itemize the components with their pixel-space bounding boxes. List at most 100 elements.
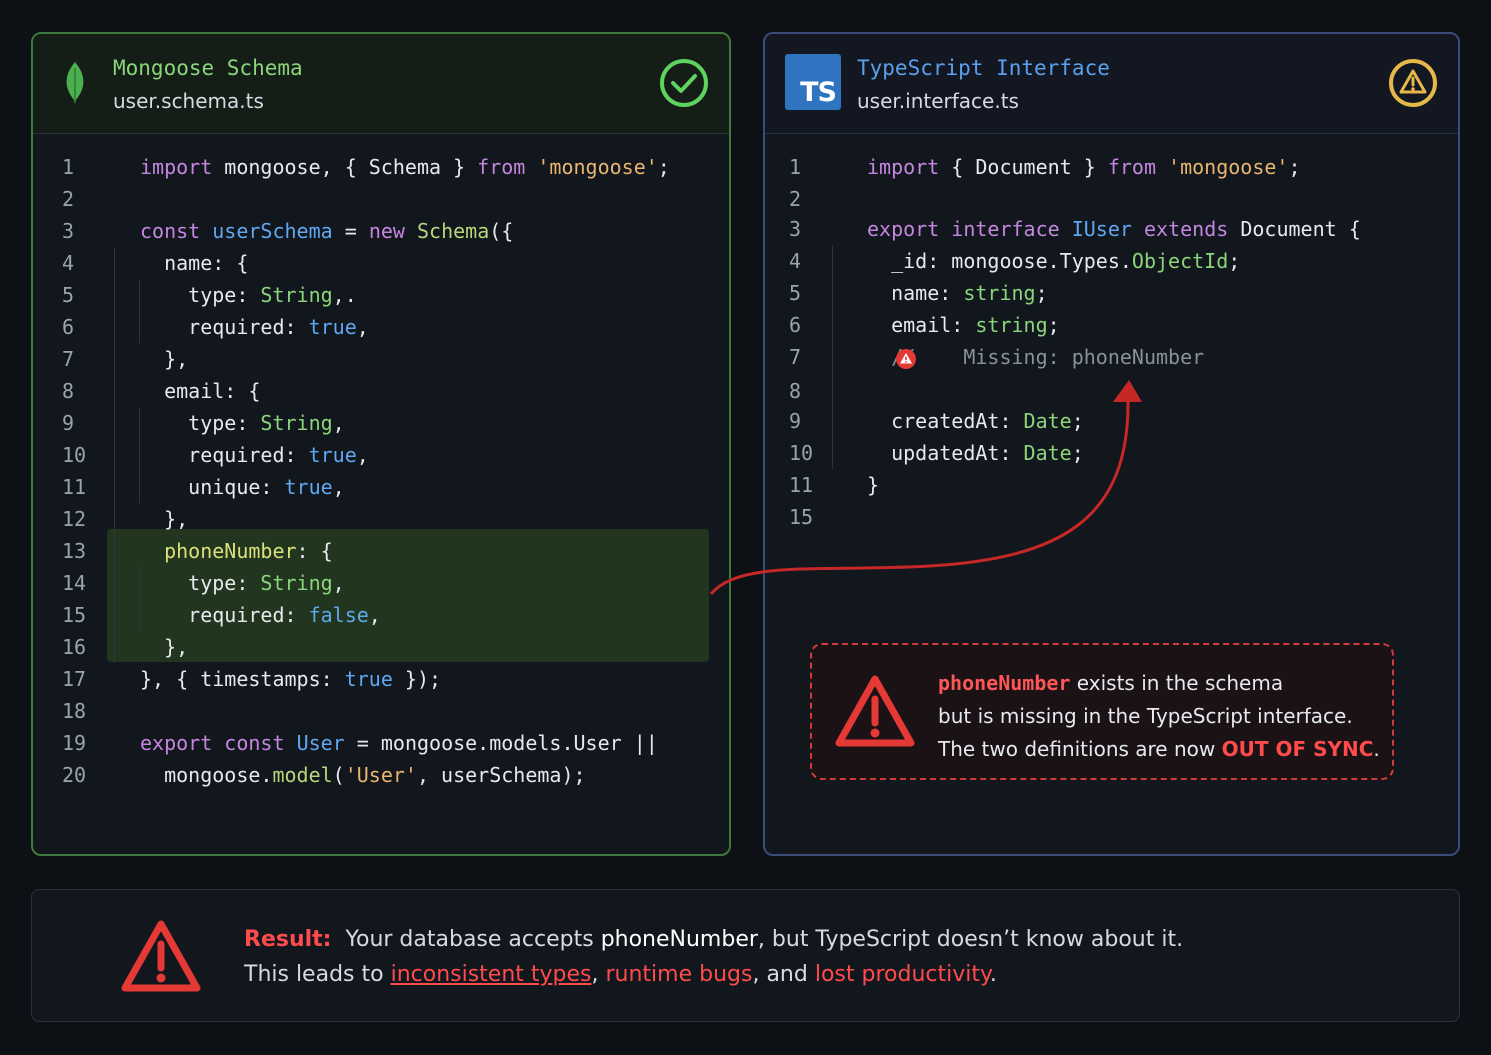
indent-guide <box>139 471 140 503</box>
out-of-sync-callout: phoneNumber exists in the schema but is … <box>810 643 1394 780</box>
lost-productivity-link[interactable]: lost productivity <box>815 962 990 987</box>
line-number: 11 <box>62 475 87 499</box>
code-text: }, <box>140 635 189 659</box>
line-number: 3 <box>62 219 75 243</box>
code-text: updatedAt: Date; <box>867 441 1084 465</box>
result-line1c: , but TypeScript doesn’t know about it. <box>757 927 1184 952</box>
code-line: 15 <box>789 501 1449 533</box>
callout-line2: but is missing in the TypeScript interfa… <box>938 704 1353 728</box>
line-number: 6 <box>62 315 75 339</box>
line-number: 1 <box>789 155 802 179</box>
result-line2a: This leads to <box>244 962 391 987</box>
code-line: 7 }, <box>62 343 722 375</box>
line-number: 13 <box>62 539 87 563</box>
line-number: 18 <box>62 699 87 723</box>
indent-guide <box>139 567 140 599</box>
line-number: 1 <box>62 155 75 179</box>
warning-circle-icon <box>1389 59 1437 107</box>
code-line: 14 type: String, <box>62 567 722 599</box>
line-number: 3 <box>789 217 802 241</box>
result-sep1: , <box>591 962 606 987</box>
code-text: }, { timestamps: true }); <box>140 667 442 691</box>
result-sep2: , and <box>752 962 815 987</box>
missing-warning-icon <box>896 349 916 369</box>
code-text: type: String, <box>140 411 345 435</box>
indent-guide <box>139 279 140 311</box>
callout-line3-end: . <box>1373 737 1380 761</box>
line-number: 7 <box>62 347 75 371</box>
code-line: 10 required: true, <box>62 439 722 471</box>
line-number: 9 <box>62 411 75 435</box>
code-line: 7 // Missing: phoneNumber <box>789 341 1449 375</box>
result-label: Result: <box>244 927 332 952</box>
code-line: 4 _id: mongoose.Types.ObjectId; <box>789 245 1449 277</box>
warning-triangle-icon <box>121 920 201 992</box>
indent-guide <box>114 247 115 279</box>
code-line: 9 createdAt: Date; <box>789 405 1449 437</box>
line-number: 19 <box>62 731 87 755</box>
code-text: type: String, <box>140 571 345 595</box>
code-text: import { Document } from 'mongoose'; <box>867 155 1301 179</box>
code-text: email: { <box>140 379 261 403</box>
indent-guide <box>114 375 115 407</box>
code-text: name: string; <box>867 281 1048 305</box>
code-line: 20 mongoose.model('User', userSchema); <box>62 759 722 791</box>
code-line: 13 phoneNumber: { <box>62 535 722 567</box>
code-text: createdAt: Date; <box>867 409 1084 433</box>
indent-guide <box>114 503 115 535</box>
indent-guide <box>114 439 115 471</box>
code-text: required: true, <box>140 315 369 339</box>
ts-panel-header: TS TypeScript Interface user.interface.t… <box>765 34 1458 134</box>
runtime-bugs-link[interactable]: runtime bugs <box>606 962 753 987</box>
code-text: email: string; <box>867 313 1060 337</box>
code-text: required: false, <box>140 603 381 627</box>
code-line: 6 required: true, <box>62 311 722 343</box>
code-text: name: { <box>140 251 249 275</box>
callout-message: phoneNumber exists in the schema but is … <box>938 667 1380 766</box>
code-text: export const User = mongoose.models.User… <box>140 731 658 755</box>
indent-guide <box>139 311 140 343</box>
code-text: // Missing: phoneNumber <box>891 345 1205 369</box>
indent-guide <box>832 341 833 375</box>
code-text: phoneNumber: { <box>164 539 333 563</box>
warning-triangle-icon <box>835 675 915 747</box>
code-text: const userSchema = new Schema({ <box>140 219 514 243</box>
line-number: 14 <box>62 571 87 595</box>
indent-guide <box>832 277 833 309</box>
code-line: 5 name: string; <box>789 277 1449 309</box>
code-line: 8 email: { <box>62 375 722 407</box>
code-line: 2 <box>62 183 722 215</box>
indent-guide <box>832 405 833 437</box>
code-line: 1 import mongoose, { Schema } from 'mongo… <box>62 151 722 183</box>
line-number: 6 <box>789 313 802 337</box>
callout-keyword: phoneNumber <box>938 671 1071 695</box>
callout-line1: exists in the schema <box>1070 671 1284 695</box>
line-number: 5 <box>789 281 802 305</box>
line-number: 2 <box>62 187 75 211</box>
callout-line3: The two definitions are now <box>938 737 1222 761</box>
line-number: 8 <box>62 379 75 403</box>
line-number: 4 <box>789 249 802 273</box>
indent-guide <box>139 407 140 439</box>
code-line: 16 }, <box>62 631 722 663</box>
code-text: unique: true, <box>140 475 345 499</box>
indent-guide <box>832 245 833 277</box>
code-line: 8 <box>789 375 1449 405</box>
code-line: 6 email: string; <box>789 309 1449 341</box>
code-line: 15 required: false, <box>62 599 722 631</box>
code-line: 5 type: String,. <box>62 279 722 311</box>
code-line: 3 const userSchema = new Schema({ <box>62 215 722 247</box>
code-line: 17}, { timestamps: true }); <box>62 663 722 695</box>
code-text: import mongoose, { Schema } from 'mongoo… <box>140 155 670 179</box>
line-number: 7 <box>789 345 802 369</box>
indent-guide <box>114 599 115 631</box>
code-line: 18 <box>62 695 722 727</box>
code-line: 2 <box>789 183 1449 213</box>
code-line: 12 }, <box>62 503 722 535</box>
code-text: type: String,. <box>140 283 357 307</box>
indent-guide <box>832 437 833 469</box>
indent-guide <box>114 535 115 567</box>
line-number: 9 <box>789 409 802 433</box>
line-number: 2 <box>789 187 802 211</box>
inconsistent-types-link[interactable]: inconsistent types <box>391 962 592 987</box>
